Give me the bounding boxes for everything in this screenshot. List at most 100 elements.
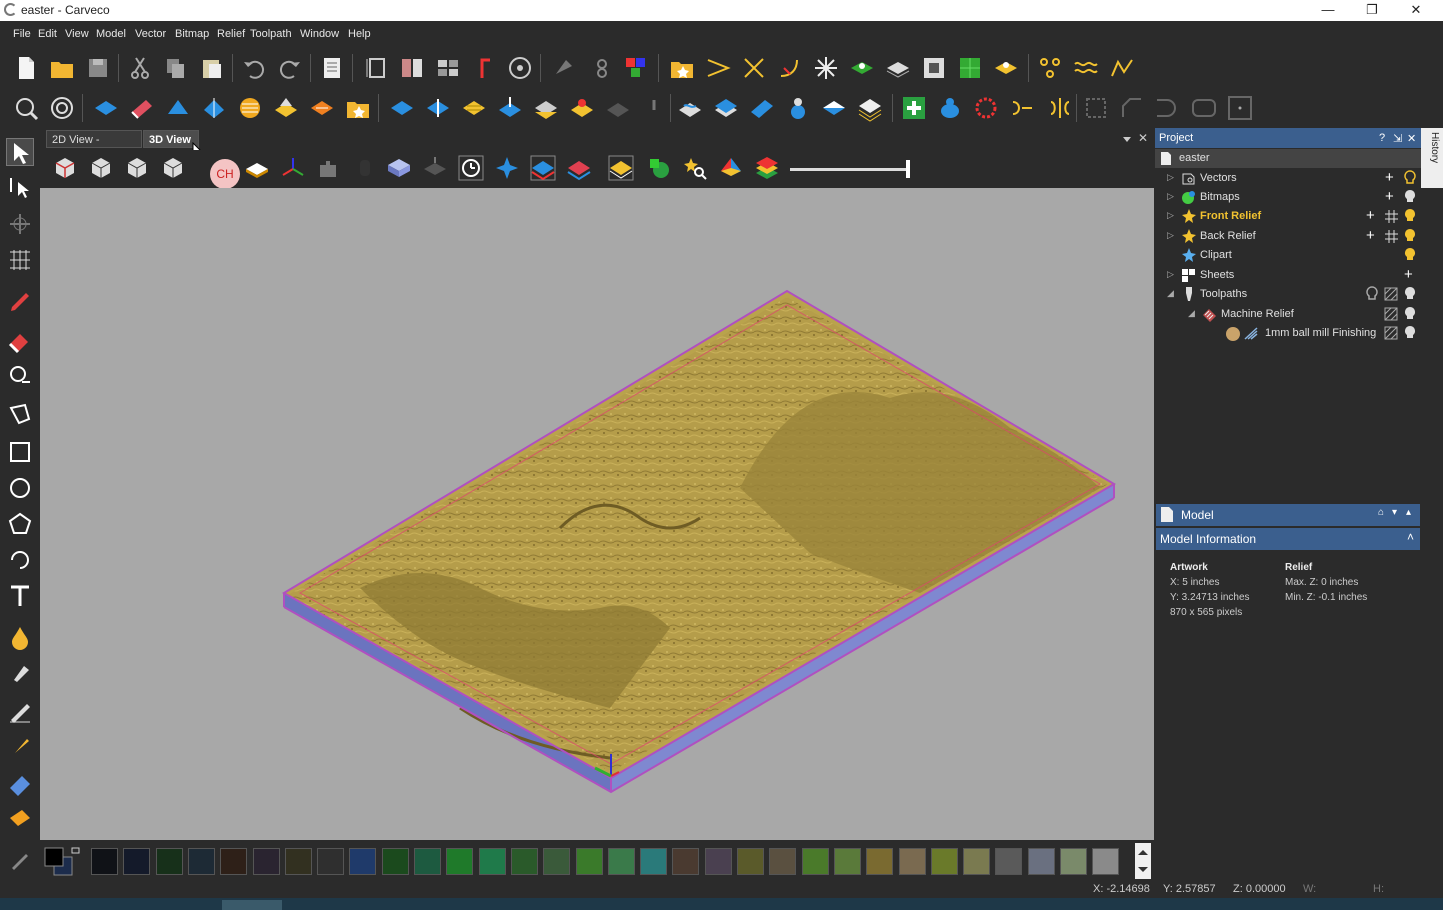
copy-icon[interactable] [162, 54, 190, 82]
new-file-icon[interactable] [12, 54, 40, 82]
add-icon[interactable]: + [1404, 266, 1413, 283]
model-information-bar[interactable]: Model Information ˄ [1156, 528, 1420, 550]
tree-item-machine-relief[interactable]: ◢ Machine Relief [1155, 305, 1421, 324]
polyline-tool-icon[interactable] [6, 400, 34, 428]
slider-track[interactable] [790, 168, 910, 171]
relief-tilt-icon[interactable] [748, 94, 776, 122]
palette-swatch[interactable] [187, 848, 215, 875]
hatch-icon[interactable] [1384, 326, 1398, 340]
relief-add-icon[interactable] [388, 94, 416, 122]
fill-drop-icon[interactable] [6, 624, 34, 652]
node-edit-icon[interactable] [550, 54, 578, 82]
slider-thumb[interactable] [906, 160, 910, 178]
zoom-box-icon[interactable] [12, 94, 40, 122]
relief-split-icon[interactable] [424, 94, 452, 122]
palette-swatch[interactable] [575, 848, 603, 875]
circle-select-icon[interactable] [6, 362, 34, 390]
tile-model-icon[interactable] [434, 54, 462, 82]
vector-arrow-icon[interactable] [704, 54, 732, 82]
visibility-bulb-icon[interactable] [1403, 286, 1417, 302]
hatch-icon[interactable] [1384, 287, 1398, 301]
weave-icon[interactable] [236, 94, 264, 122]
expand-arrow-icon[interactable]: ▷ [1167, 191, 1174, 202]
rectangle-tool-icon[interactable] [6, 438, 34, 466]
menu-view[interactable]: View [65, 28, 89, 40]
colour-pyramid-icon[interactable] [718, 155, 744, 181]
origin-icon[interactable] [470, 54, 498, 82]
palette-swatch[interactable] [672, 848, 700, 875]
grid-layout-icon[interactable] [956, 54, 984, 82]
tree-item-bitmaps[interactable]: ▷ Bitmaps + [1155, 188, 1421, 207]
visibility-bulb-icon[interactable] [1403, 306, 1417, 322]
cylinder-icon[interactable] [352, 155, 378, 181]
relief-disabled-icon[interactable] [604, 94, 632, 122]
palette-swatch[interactable] [220, 848, 248, 875]
tree-item-clipart[interactable]: Clipart [1155, 246, 1421, 265]
redo-icon[interactable] [276, 54, 304, 82]
relief-blue-icon[interactable] [530, 155, 556, 181]
help-button[interactable]: ? [1379, 132, 1385, 144]
clock-box-icon[interactable] [458, 155, 484, 181]
palette-swatch[interactable] [930, 848, 958, 875]
add-icon[interactable]: + [1366, 207, 1375, 224]
pen-tool-icon[interactable] [6, 698, 34, 726]
add-icon[interactable]: + [1385, 169, 1394, 186]
tree-item-finishing[interactable]: 1mm ball mill Finishing [1155, 324, 1421, 343]
menu-model[interactable]: Model [96, 28, 126, 40]
palette-swatch[interactable] [317, 848, 345, 875]
visibility-bulb-icon[interactable] [1403, 325, 1417, 341]
visibility-bulb-icon[interactable] [1403, 247, 1417, 263]
view-front-icon[interactable] [88, 155, 114, 181]
shape-editor-icon[interactable] [848, 54, 876, 82]
menu-help[interactable]: Help [348, 28, 371, 40]
box-wire-icon[interactable] [422, 155, 448, 181]
palette-swatch[interactable] [1092, 848, 1120, 875]
relief-flat-icon[interactable] [820, 94, 848, 122]
palette-swatch[interactable] [737, 848, 764, 875]
relief-folder-icon[interactable] [344, 94, 372, 122]
palette-swatch[interactable] [640, 848, 668, 875]
relief-lines-icon[interactable] [460, 94, 488, 122]
colour-picker-icon[interactable] [6, 846, 34, 874]
texture-icon[interactable] [884, 54, 912, 82]
palette-swatch[interactable] [833, 848, 861, 875]
palette-swatch[interactable] [607, 848, 635, 875]
palette-swatch[interactable] [414, 848, 441, 875]
tree-item-back-relief[interactable]: ▷ Back Relief + [1155, 227, 1421, 246]
tab-close-button[interactable]: ✕ [1138, 131, 1148, 145]
relief-stack-icon[interactable] [532, 94, 560, 122]
palette-swatch[interactable] [704, 848, 732, 875]
transform-icon[interactable] [6, 210, 34, 238]
palette-swatch[interactable] [1060, 848, 1087, 875]
palette-swatch[interactable] [1027, 848, 1055, 875]
relief-layer-icon[interactable] [992, 54, 1020, 82]
tree-item-sheets[interactable]: ▷ Sheets + [1155, 266, 1421, 285]
relief-gear-icon[interactable] [972, 94, 1000, 122]
pin-button[interactable]: ⇲ [1393, 132, 1402, 145]
eraser-icon[interactable] [6, 326, 34, 354]
relief-raise-icon[interactable] [496, 94, 524, 122]
cut-icon[interactable] [126, 54, 154, 82]
visibility-bulb-icon[interactable] [1403, 208, 1417, 224]
visibility-bulb-icon[interactable] [1403, 228, 1417, 244]
undo-icon[interactable] [240, 54, 268, 82]
wide-brush-icon[interactable] [6, 806, 34, 834]
palette-swatch[interactable] [543, 848, 571, 875]
texture-relief-icon[interactable] [308, 94, 336, 122]
menu-bitmap[interactable]: Bitmap [175, 28, 209, 40]
expand-arrow-icon[interactable]: ▷ [1167, 269, 1174, 280]
visibility-bulb-icon[interactable] [1403, 170, 1417, 186]
expand-arrow-icon[interactable]: ▷ [1167, 210, 1174, 221]
disabled-arc-icon[interactable] [1154, 94, 1182, 122]
nodes-icon[interactable] [1036, 54, 1064, 82]
palette-swatch[interactable] [91, 848, 118, 875]
fillet-icon[interactable] [776, 54, 804, 82]
3d-viewport[interactable] [40, 188, 1154, 840]
notes-icon[interactable] [318, 54, 346, 82]
measure-icon[interactable] [506, 54, 534, 82]
mesh-icon[interactable] [6, 246, 34, 274]
palette-swatch[interactable] [898, 848, 926, 875]
close-button[interactable]: ✕ [1394, 0, 1438, 21]
add-icon[interactable]: + [1385, 188, 1394, 205]
shell-icon[interactable] [48, 94, 76, 122]
